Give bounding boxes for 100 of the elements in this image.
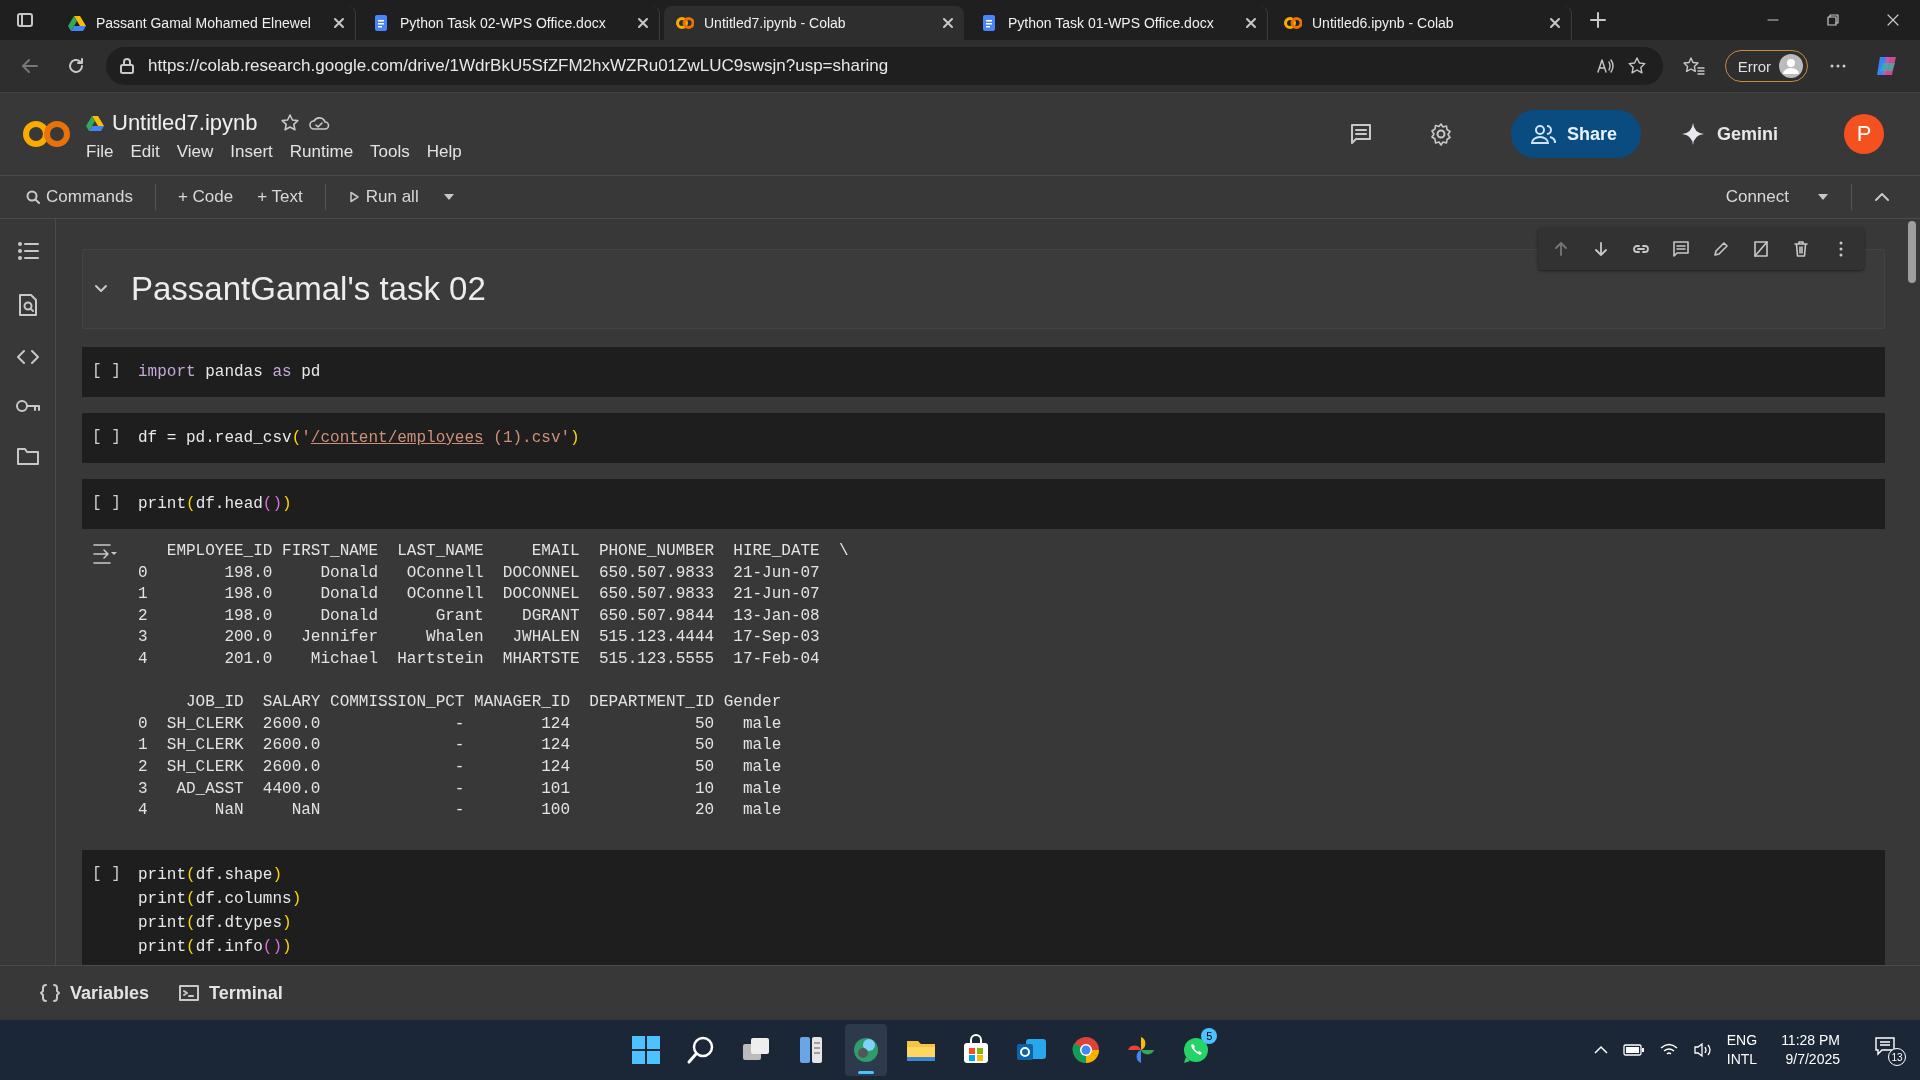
colab-logo-icon[interactable]: [22, 119, 72, 149]
battery-icon[interactable]: [1622, 1043, 1645, 1057]
language-indicator[interactable]: ENG INTL: [1726, 1031, 1758, 1069]
drive-triangle-icon[interactable]: [86, 114, 104, 132]
tab-title: Untitled7.ipynb - Colab: [704, 15, 847, 31]
star-icon[interactable]: [279, 113, 300, 133]
collapse-chevron-icon[interactable]: [1874, 192, 1890, 202]
run-cell-button[interactable]: [ ]: [92, 862, 138, 885]
share-button[interactable]: Share: [1510, 110, 1641, 158]
document-icon: [372, 14, 390, 32]
output-line: 3 AD_ASST 4400.0 - 101 10 male: [138, 778, 783, 800]
folder-icon[interactable]: [16, 447, 39, 465]
output-line: 0 198.0 Donald OConnell DOCONNEL 650.507.9833 21-Jun-07: [138, 562, 821, 584]
table-of-contents-icon[interactable]: [16, 241, 39, 261]
code-line[interactable]: print(df.info()): [138, 934, 302, 959]
add-text-button[interactable]: + Text: [251, 183, 309, 211]
read-aloud-icon[interactable]: [1594, 56, 1615, 76]
close-icon[interactable]: [637, 17, 649, 29]
speaker-icon[interactable]: [1692, 1042, 1713, 1058]
menu-item[interactable]: Tools: [370, 142, 410, 162]
tab-title: Passant Gamal Mohamed Elnewel: [96, 15, 312, 31]
output-line: 2 SH_CLERK 2600.0 - 124 50 male: [138, 756, 783, 778]
commands-button[interactable]: Commands: [20, 183, 139, 211]
chevron-up-icon[interactable]: [1592, 1045, 1609, 1055]
people-icon: [1530, 123, 1557, 145]
run-cell-button[interactable]: [ ]: [92, 492, 138, 514]
close-icon[interactable]: [333, 17, 345, 29]
output-line: 0 SH_CLERK 2600.0 - 124 50 male: [138, 713, 783, 735]
output-line: 4 201.0 Michael Hartstein MHARTSTE 515.123.5555 17-Feb-04: [138, 648, 821, 670]
code-line[interactable]: print(df.dtypes): [138, 910, 302, 935]
menu-item[interactable]: Insert: [230, 142, 273, 162]
document-icon: [980, 14, 998, 32]
reload-icon[interactable]: [66, 56, 86, 76]
colab-rings-icon: [676, 14, 694, 32]
menu-item[interactable]: View: [176, 142, 214, 162]
comment-icon[interactable]: [1672, 240, 1690, 258]
back-arrow-icon[interactable]: [20, 56, 40, 76]
run-cell-button[interactable]: [ ]: [92, 426, 138, 448]
output-line: 4 NaN NaN - 100 20 male: [138, 800, 783, 822]
person-avatar-icon: [1779, 54, 1803, 78]
new-tab-icon[interactable]: [1590, 12, 1606, 28]
play-icon: [347, 191, 360, 203]
star-icon[interactable]: [1626, 56, 1647, 76]
terminal-icon: [179, 985, 200, 1001]
drive-triangle-icon: [68, 14, 86, 32]
run-cell-button[interactable]: [ ]: [92, 360, 138, 382]
favorites-icon[interactable]: [1682, 56, 1705, 76]
tab-actions-icon[interactable]: [16, 11, 34, 29]
notebook-title[interactable]: Untitled7.ipynb: [112, 110, 258, 136]
connect-button[interactable]: Connect: [1719, 183, 1795, 211]
site-info-icon[interactable]: [118, 57, 136, 75]
dropdown-caret-icon[interactable]: [442, 193, 455, 201]
menu-item[interactable]: Help: [426, 142, 462, 162]
code-line[interactable]: print(df.head()): [138, 492, 292, 516]
output-line: JOB_ID SALARY COMMISSION_PCT MANAGER_ID DEPARTMENT_ID Gender: [185, 692, 783, 714]
running-indicator: [858, 1071, 875, 1074]
curly-braces-icon: [40, 984, 60, 1002]
arrow-up-icon[interactable]: [1552, 240, 1570, 258]
variables-button[interactable]: Variables: [40, 982, 150, 1004]
clock[interactable]: 11:28 PM 9/7/2025: [1781, 1031, 1840, 1069]
settings-icon[interactable]: [1428, 122, 1453, 146]
comment-icon[interactable]: [1348, 122, 1373, 146]
gemini-button[interactable]: Gemini: [1661, 122, 1798, 146]
terminal-button[interactable]: Terminal: [179, 982, 283, 1004]
close-icon[interactable]: [1886, 13, 1900, 27]
notification-count: 13: [1888, 1048, 1906, 1066]
run-all-button[interactable]: Run all: [341, 183, 425, 211]
url-text: https://colab.research.google.com/drive/1WdrBkU5SfZFM2hxWZRu01ZwLUC9swsjn?usp=sharing: [148, 56, 889, 76]
dropdown-caret-icon[interactable]: [1817, 193, 1829, 201]
find-in-page-icon[interactable]: [17, 294, 38, 316]
mirror-cell-icon[interactable]: [1752, 240, 1770, 258]
output-toggle-icon[interactable]: [92, 543, 118, 565]
pencil-icon[interactable]: [1712, 240, 1730, 258]
menu-item[interactable]: Runtime: [289, 142, 354, 162]
code-line[interactable]: print(df.shape): [138, 862, 302, 887]
trash-icon[interactable]: [1792, 240, 1810, 258]
code-line[interactable]: df = pd.read_csv('/content/employees (1).csv'): [138, 426, 580, 450]
code-line[interactable]: print(df.columns): [138, 886, 302, 911]
close-icon[interactable]: [942, 17, 954, 29]
badge: 5: [1201, 1028, 1218, 1044]
profile-label: Error: [1737, 57, 1771, 75]
menu-item[interactable]: Edit: [130, 142, 160, 162]
key-icon[interactable]: [14, 398, 41, 414]
sparkle-icon: [1681, 122, 1705, 146]
browser-tab[interactable]: Untitled7.ipynb - Colab: [664, 6, 964, 40]
restore-icon[interactable]: [1826, 13, 1840, 27]
output-line: 2 198.0 Donald Grant DGRANT 650.507.9844 13-Jan-08: [138, 605, 821, 627]
close-icon[interactable]: [1245, 17, 1257, 29]
output-line: 3 200.0 Jennifer Whalen JWHALEN 515.123.4444 17-Sep-03: [138, 627, 821, 649]
section-heading: PassantGamal's task 02: [131, 270, 486, 308]
address-bar[interactable]: https://colab.research.google.com/drive/1WdrBkU5SfZFM2hxWZRu01ZwLUC9swsjn?usp=sharing: [106, 47, 1663, 85]
add-code-button[interactable]: + Code: [171, 183, 240, 211]
colab-rings-icon: [1284, 14, 1302, 32]
code-brackets-icon[interactable]: [16, 349, 39, 365]
menu-item[interactable]: File: [86, 142, 114, 162]
close-icon[interactable]: [1549, 17, 1561, 29]
search-icon: [26, 190, 40, 204]
code-line[interactable]: import pandas as pd: [138, 360, 321, 384]
arrow-down-icon[interactable]: [1592, 240, 1610, 258]
scrollbar-thumb[interactable]: [1908, 221, 1916, 283]
